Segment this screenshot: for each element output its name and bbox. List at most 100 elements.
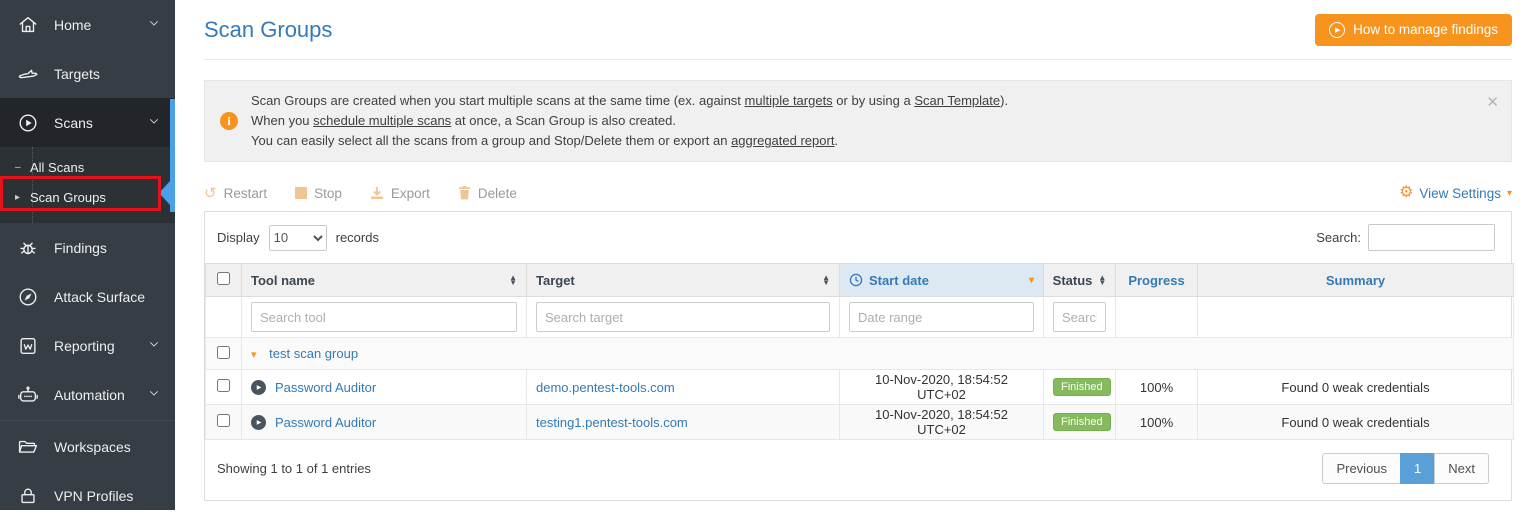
restart-button[interactable]: ↺ Restart [204, 186, 267, 201]
table-footer: Showing 1 to 1 of 1 entries Previous 1 N… [205, 440, 1511, 500]
annotation-arrow [159, 181, 170, 205]
tool-filter-input[interactable] [251, 302, 517, 332]
bulk-actions-toolbar: ↺ Restart Stop Export Delete ⚙ View Sett… [204, 185, 1512, 201]
sidebar-item-label: Reporting [54, 338, 147, 354]
next-page-button[interactable]: Next [1434, 453, 1489, 484]
sidebar-item-vpn-profiles[interactable]: VPN Profiles [0, 471, 175, 520]
scans-submenu: – All Scans ▸ Scan Groups [0, 147, 175, 223]
aggregated-report-link[interactable]: aggregated report [731, 133, 834, 148]
banner-line-3: You can easily select all the scans from… [251, 131, 1477, 151]
summary-cell: Found 0 weak credentials [1198, 405, 1514, 440]
summary-header: Summary [1198, 264, 1514, 297]
summary-cell: Found 0 weak credentials [1198, 370, 1514, 405]
restart-icon: ↺ [204, 186, 217, 201]
target-link[interactable]: testing1.pentest-tools.com [536, 415, 688, 430]
sidebar-item-home[interactable]: Home [0, 0, 175, 49]
tool-filter-cell [242, 297, 527, 338]
banner-text: You can easily select all the scans from… [251, 133, 731, 148]
display-label: Display [217, 230, 260, 245]
start-date-cell: 10-Nov-2020, 18:54:52 UTC+02 [840, 405, 1044, 440]
tool-name-header[interactable]: Tool name ▲▼ [242, 264, 527, 297]
status-cell: Finished [1044, 370, 1116, 405]
stop-icon [295, 187, 307, 199]
sidebar-item-reporting[interactable]: Reporting [0, 321, 175, 370]
select-all-checkbox[interactable] [217, 272, 230, 285]
sidebar-item-label: Targets [54, 66, 161, 82]
filter-empty-cell [206, 297, 242, 338]
status-badge: Finished [1053, 378, 1111, 396]
banner-text: . [834, 133, 838, 148]
table-controls: Display 10 records Search: [205, 212, 1511, 263]
status-filter-input[interactable] [1053, 302, 1106, 332]
schedule-multiple-scans-link[interactable]: schedule multiple scans [313, 113, 451, 128]
target-link[interactable]: demo.pentest-tools.com [536, 380, 675, 395]
sidebar-item-label: Scans [54, 115, 147, 131]
banner-text: at once, a Scan Group is also created. [451, 113, 676, 128]
target-header[interactable]: Target ▲▼ [527, 264, 840, 297]
records-label: records [336, 230, 379, 245]
sidebar-item-all-scans[interactable]: – All Scans [0, 153, 175, 181]
start-date-header[interactable]: Start date ▾ [840, 264, 1044, 297]
progress-cell: 100% [1116, 405, 1198, 440]
target-filter-input[interactable] [536, 302, 830, 332]
chevron-down-icon [147, 386, 161, 403]
sidebar-item-label: VPN Profiles [54, 488, 161, 504]
scan-group-name-link[interactable]: test scan group [269, 346, 358, 361]
summary-filter-cell [1198, 297, 1514, 338]
close-icon[interactable]: ✕ [1486, 93, 1499, 113]
scan-row: ▶ Password Auditor testing1.pentest-tool… [206, 405, 1514, 440]
sidebar-item-workspaces[interactable]: Workspaces [0, 422, 175, 471]
sidebar-item-scan-groups[interactable]: ▸ Scan Groups [0, 181, 175, 213]
row-checkbox[interactable] [217, 379, 230, 392]
page-size-select[interactable]: 10 [269, 225, 327, 251]
page-1-button[interactable]: 1 [1400, 453, 1435, 484]
group-checkbox[interactable] [217, 346, 230, 359]
sidebar-divider [0, 420, 175, 421]
stop-button[interactable]: Stop [295, 186, 342, 201]
sidebar-item-automation[interactable]: Automation [0, 370, 175, 419]
play-video-icon: ▶ [1329, 22, 1345, 38]
sidebar-item-findings[interactable]: Findings [0, 223, 175, 272]
search-input[interactable] [1368, 224, 1495, 251]
status-cell: Finished [1044, 405, 1116, 440]
status-filter-cell [1044, 297, 1116, 338]
banner-text: or by using a [833, 93, 915, 108]
chevron-down-icon [147, 16, 161, 33]
active-section-indicator [170, 99, 175, 212]
folder-icon [16, 436, 40, 458]
tool-name-link[interactable]: Password Auditor [275, 415, 376, 430]
sidebar-item-scans[interactable]: Scans [0, 98, 175, 147]
scan-groups-table-container: Display 10 records Search: Tool name ▲▼ [204, 211, 1512, 501]
view-settings-button[interactable]: ⚙ View Settings ▾ [1399, 185, 1512, 201]
tool-name-link[interactable]: Password Auditor [275, 380, 376, 395]
help-button-label: How to manage findings [1353, 22, 1498, 37]
sidebar-item-targets[interactable]: Targets [0, 49, 175, 98]
delete-button[interactable]: Delete [458, 186, 517, 201]
tool-cell: ▶ Password Auditor [242, 405, 527, 440]
sort-desc-caret-icon: ▾ [1029, 275, 1034, 286]
word-document-icon [16, 335, 40, 357]
status-header[interactable]: Status ▲▼ [1044, 264, 1116, 297]
how-to-manage-findings-button[interactable]: ▶ How to manage findings [1315, 14, 1512, 46]
date-range-filter-input[interactable] [849, 302, 1034, 332]
scan-template-link[interactable]: Scan Template [914, 93, 1000, 108]
scan-row: ▶ Password Auditor demo.pentest-tools.co… [206, 370, 1514, 405]
tree-dash-icon: – [15, 162, 21, 173]
sort-icon: ▲▼ [1098, 275, 1106, 285]
row-checkbox[interactable] [217, 414, 230, 427]
clock-icon [849, 273, 863, 287]
play-circle-icon [16, 112, 40, 134]
collapse-caret-icon[interactable]: ▾ [251, 349, 257, 361]
tool-name-header-label: Tool name [251, 273, 509, 288]
date-filter-cell [840, 297, 1044, 338]
chevron-down-icon [147, 337, 161, 354]
bug-icon [16, 237, 40, 259]
export-button[interactable]: Export [370, 186, 430, 201]
search-label: Search: [1316, 230, 1361, 245]
multiple-targets-link[interactable]: multiple targets [745, 93, 833, 108]
summary-header-label: Summary [1326, 273, 1385, 288]
previous-page-button[interactable]: Previous [1322, 453, 1401, 484]
sidebar-item-attack-surface[interactable]: Attack Surface [0, 272, 175, 321]
jet-icon [16, 63, 40, 85]
restart-label: Restart [224, 186, 268, 201]
